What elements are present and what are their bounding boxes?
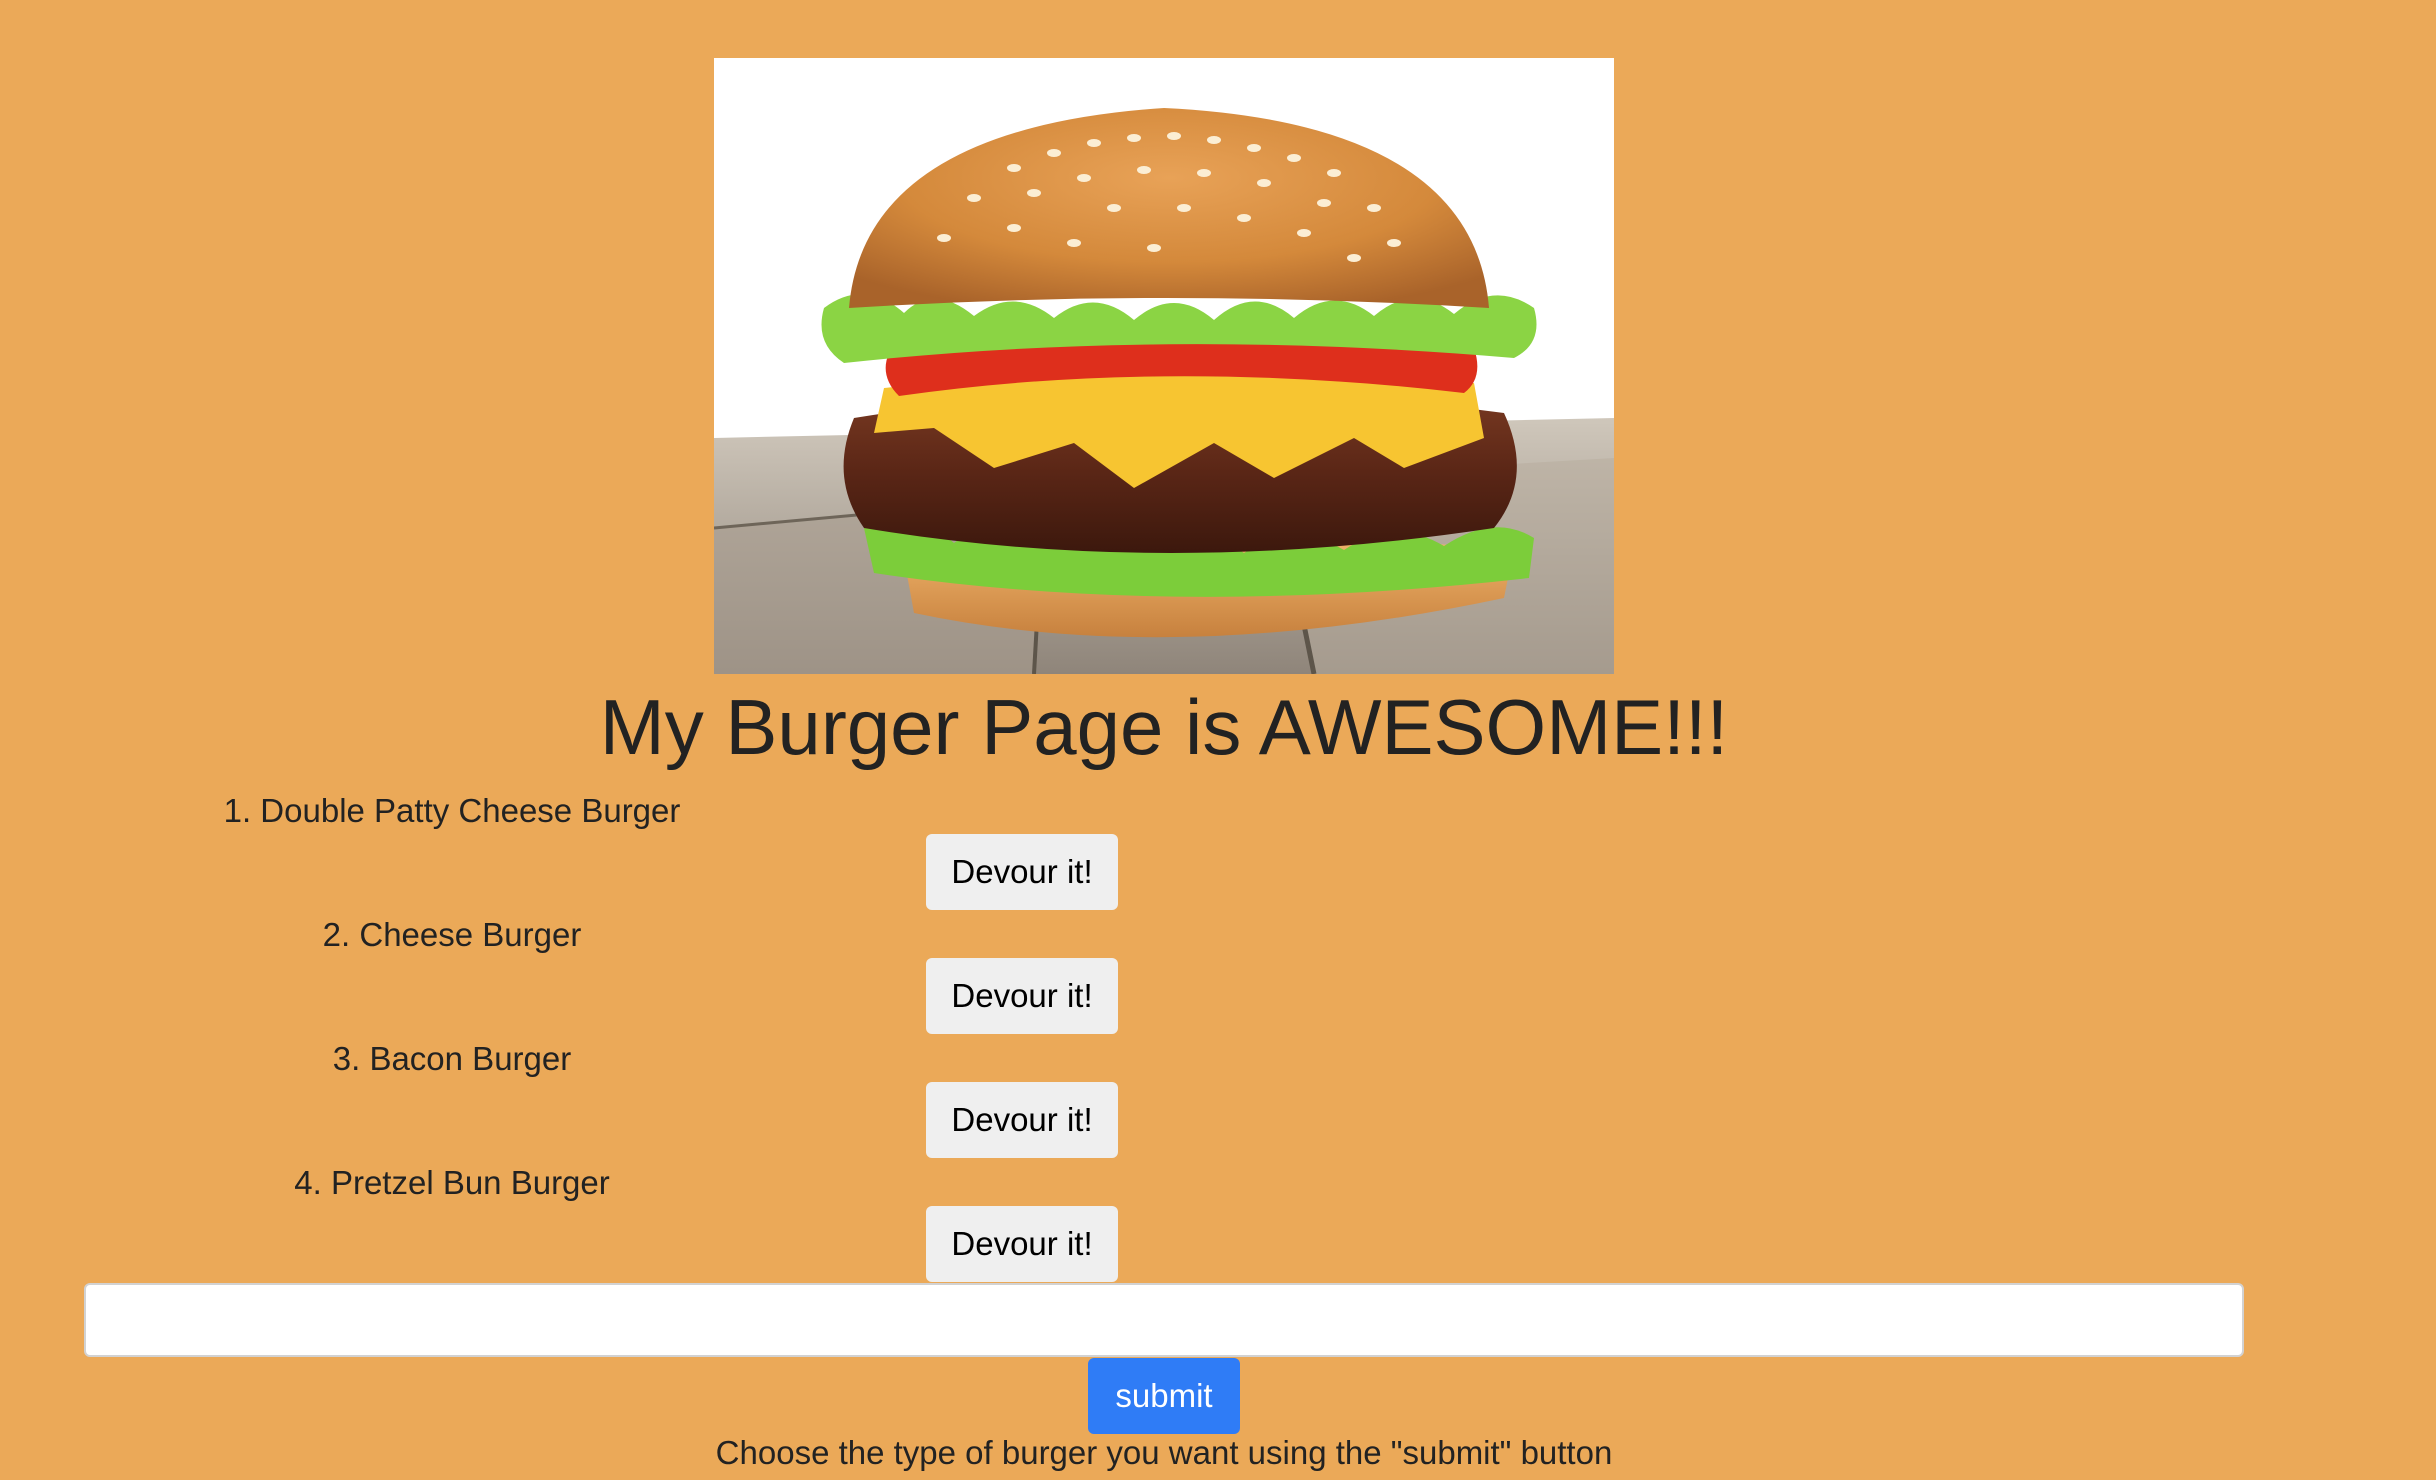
submit-button[interactable]: submit — [1088, 1358, 1240, 1434]
burger-item-label: 1. Double Patty Cheese Burger — [223, 792, 681, 829]
burger-item-label: 3. Bacon Burger — [332, 1040, 572, 1077]
devour-button[interactable]: Devour it! — [926, 1082, 1118, 1158]
burger-name-input[interactable] — [84, 1283, 2244, 1357]
instructions-text: Choose the type of burger you want using… — [715, 1434, 1613, 1471]
devour-button[interactable]: Devour it! — [926, 834, 1118, 910]
page-title: My Burger Page is AWESOME!!! — [599, 683, 1729, 771]
burger-item-label: 2. Cheese Burger — [322, 916, 582, 953]
devour-button[interactable]: Devour it! — [926, 958, 1118, 1034]
devour-button[interactable]: Devour it! — [926, 1206, 1118, 1282]
burger-item-label: 4. Pretzel Bun Burger — [294, 1164, 610, 1201]
hero-burger-image — [714, 58, 1614, 674]
burger-illustration — [714, 58, 1614, 674]
